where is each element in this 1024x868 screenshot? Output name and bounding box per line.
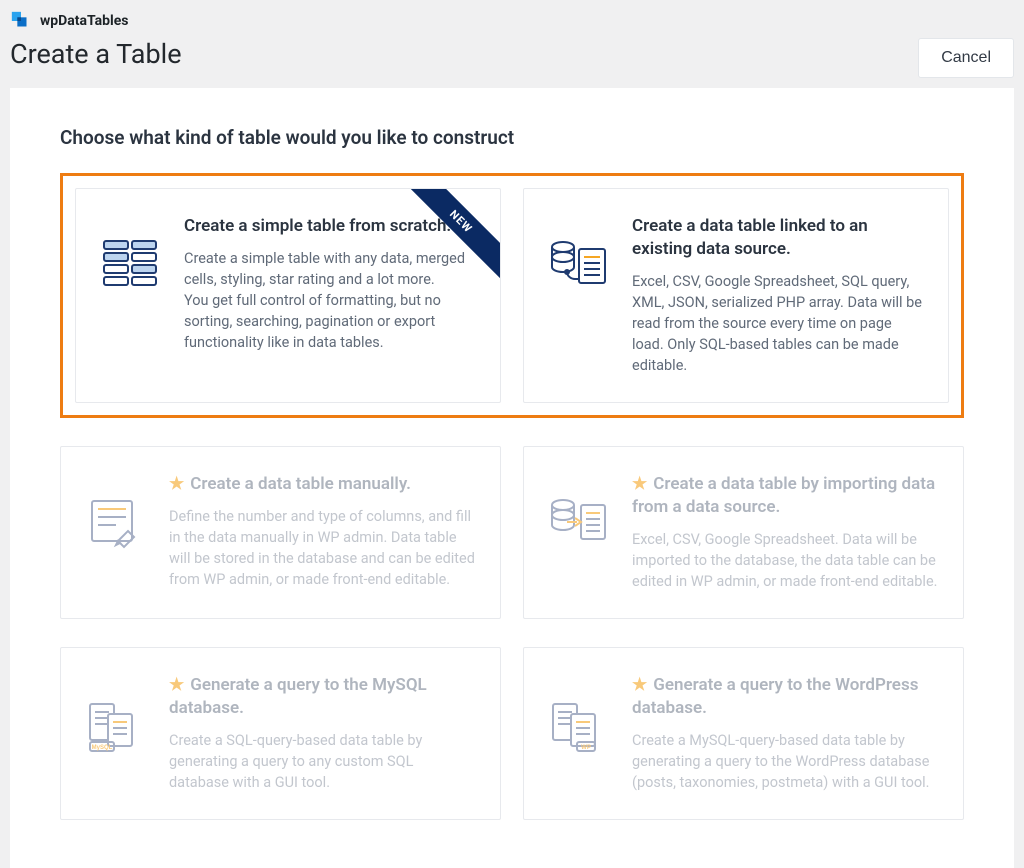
highlighted-cards-row: NEW Create a simple bbox=[60, 173, 964, 418]
card-body: Create a simple table from scratch. Crea… bbox=[184, 215, 476, 353]
brand-logo-icon bbox=[10, 10, 32, 32]
star-icon: ★ bbox=[169, 675, 184, 695]
card-body: ★Generate a query to the WordPress datab… bbox=[632, 674, 939, 793]
svg-text:WP: WP bbox=[581, 745, 591, 751]
star-icon: ★ bbox=[169, 474, 184, 494]
card-desc: Excel, CSV, Google Spreadsheet. Data wil… bbox=[632, 529, 939, 592]
page-title: Create a Table bbox=[10, 38, 182, 70]
linked-source-icon bbox=[548, 215, 610, 291]
card-wp-query[interactable]: WP ★Generate a query to the WordPress da… bbox=[523, 647, 964, 820]
card-title: Create a data table linked to an existin… bbox=[632, 215, 924, 261]
card-body: ★Generate a query to the MySQL database.… bbox=[169, 674, 476, 793]
card-title: Create a simple table from scratch. bbox=[184, 215, 476, 238]
card-body: ★Create a data table by importing data f… bbox=[632, 473, 939, 592]
star-icon: ★ bbox=[632, 675, 647, 695]
cancel-button[interactable]: Cancel bbox=[918, 38, 1014, 78]
card-title: ★Generate a query to the MySQL database. bbox=[169, 674, 476, 720]
card-desc: Define the number and type of columns, a… bbox=[169, 506, 476, 590]
card-title: ★Create a data table manually. bbox=[169, 473, 476, 496]
card-body: Create a data table linked to an existin… bbox=[632, 215, 924, 376]
card-import[interactable]: ★Create a data table by importing data f… bbox=[523, 446, 964, 619]
brand-name: wpDataTables bbox=[40, 13, 128, 29]
card-desc: Create a MySQL-query-based data table by… bbox=[632, 730, 939, 793]
panel-heading: Choose what kind of table would you like… bbox=[60, 126, 964, 149]
brand-bar: wpDataTables bbox=[0, 0, 1024, 38]
card-desc: Create a SQL-query-based data table by g… bbox=[169, 730, 476, 793]
import-icon bbox=[548, 473, 610, 549]
manual-table-icon bbox=[85, 473, 147, 549]
card-mysql-query[interactable]: MySQL ★Generate a query to the MySQL dat… bbox=[60, 647, 501, 820]
cards-row-3: MySQL ★Generate a query to the MySQL dat… bbox=[60, 647, 964, 820]
card-linked-source[interactable]: Create a data table linked to an existin… bbox=[523, 188, 949, 403]
svg-text:MySQL: MySQL bbox=[92, 745, 113, 751]
mysql-query-icon: MySQL bbox=[85, 674, 147, 754]
cards-row-2: ★Create a data table manually. Define th… bbox=[60, 446, 964, 619]
wp-query-icon: WP bbox=[548, 674, 610, 754]
card-create-simple[interactable]: NEW Create a simple bbox=[75, 188, 501, 403]
card-desc: Excel, CSV, Google Spreadsheet, SQL quer… bbox=[632, 271, 924, 376]
card-title: ★Generate a query to the WordPress datab… bbox=[632, 674, 939, 720]
card-body: ★Create a data table manually. Define th… bbox=[169, 473, 476, 590]
star-icon: ★ bbox=[632, 474, 647, 494]
card-desc: Create a simple table with any data, mer… bbox=[184, 248, 476, 353]
card-title: ★Create a data table by importing data f… bbox=[632, 473, 939, 519]
page-header: Create a Table Cancel bbox=[0, 38, 1024, 88]
constructor-panel: Choose what kind of table would you like… bbox=[10, 88, 1014, 868]
card-manual[interactable]: ★Create a data table manually. Define th… bbox=[60, 446, 501, 619]
simple-table-icon bbox=[100, 215, 162, 289]
